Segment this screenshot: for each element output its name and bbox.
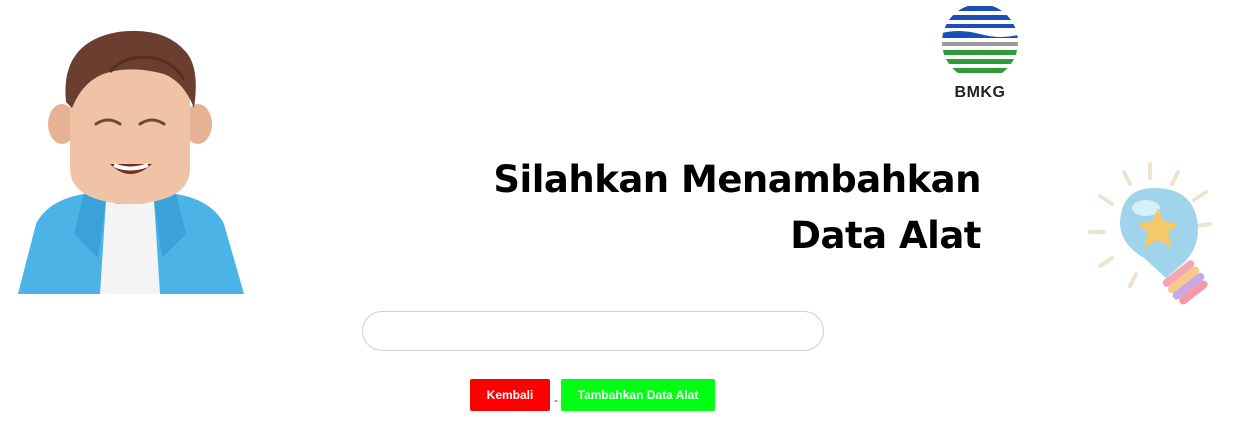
back-button[interactable]: Kembali — [470, 379, 550, 411]
lightbulb-star-icon — [1084, 158, 1228, 310]
page-title: Silahkan Menambahkan Data Alat — [421, 152, 981, 264]
button-separator: - — [554, 393, 558, 407]
page-title-line-1: Silahkan Menambahkan — [493, 158, 981, 201]
data-alat-input[interactable] — [362, 311, 824, 351]
cartoon-man-icon — [14, 28, 246, 294]
page-title-line-2: Data Alat — [790, 214, 981, 257]
bmkg-logo: BMKG — [938, 4, 1022, 106]
logo-text: BMKG — [954, 84, 1006, 101]
add-data-alat-button[interactable]: Tambahkan Data Alat — [561, 379, 715, 411]
data-alat-input-wrapper — [362, 311, 824, 351]
action-buttons: Kembali - Tambahkan Data Alat — [470, 379, 715, 411]
